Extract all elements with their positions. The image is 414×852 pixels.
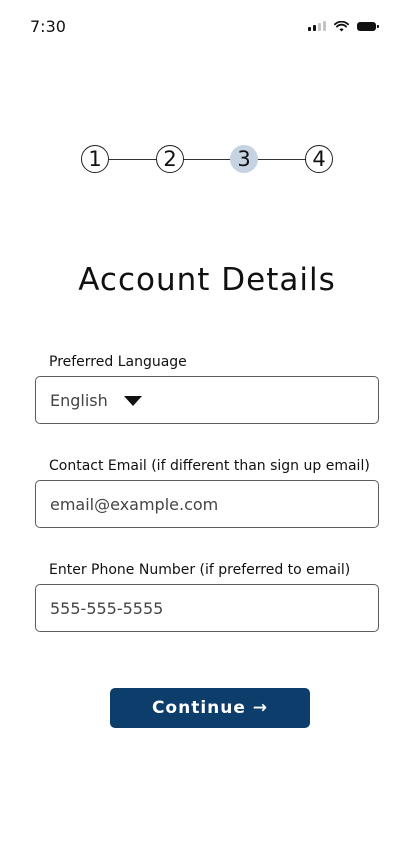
status-icons: [308, 19, 379, 33]
status-time: 7:30: [30, 17, 66, 36]
phone-field[interactable]: 555-555-5555: [35, 584, 379, 632]
step-1: 1: [81, 145, 109, 173]
language-label: Preferred Language: [49, 354, 187, 370]
step-3-current: 3: [230, 145, 258, 173]
stepper-line: [109, 159, 307, 160]
battery-icon: [357, 21, 379, 31]
phone-placeholder: 555-555-5555: [50, 598, 164, 618]
email-field[interactable]: email@example.com: [35, 480, 379, 528]
language-select[interactable]: English: [35, 376, 379, 424]
progress-stepper: 1 2 3 4: [81, 145, 335, 175]
phone-label: Enter Phone Number (if preferred to emai…: [49, 562, 351, 578]
status-bar: 7:30: [0, 0, 414, 52]
email-placeholder: email@example.com: [50, 494, 219, 514]
language-value: English: [50, 390, 108, 410]
step-4: 4: [305, 145, 333, 173]
email-label: Contact Email (if different than sign up…: [49, 458, 370, 474]
wifi-icon: [334, 20, 349, 31]
step-2: 2: [156, 145, 184, 173]
page-title: Account Details: [78, 262, 336, 298]
caret-down-icon: [123, 396, 142, 406]
continue-button[interactable]: Continue →: [110, 688, 310, 728]
cellular-signal-icon: [308, 21, 326, 31]
